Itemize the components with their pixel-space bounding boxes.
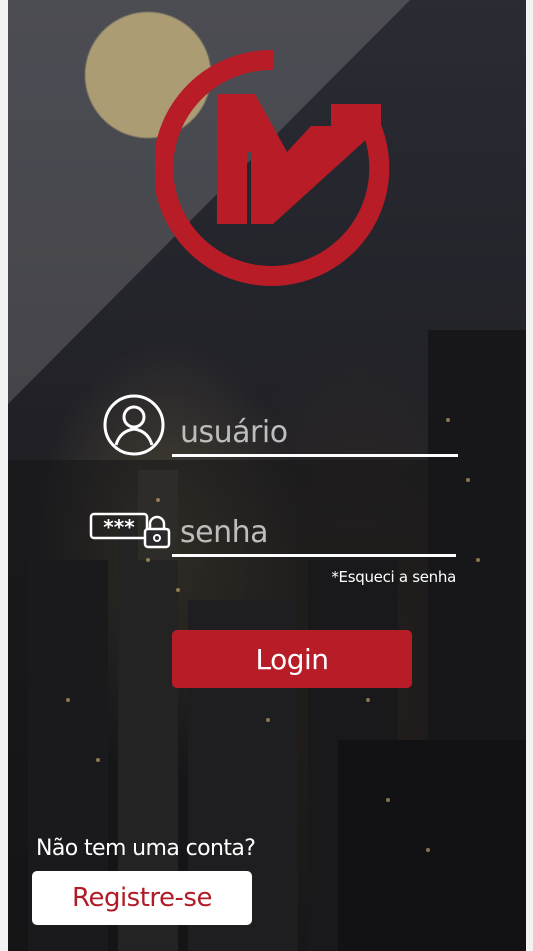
password-input[interactable] (180, 512, 450, 552)
signup-prompt: Não tem uma conta? (36, 836, 256, 861)
register-button[interactable]: Registre-se (32, 871, 252, 925)
username-underline (172, 454, 458, 457)
username-field (100, 390, 460, 460)
username-input[interactable] (180, 412, 450, 452)
forgot-password-link[interactable]: *Esqueci a senha (308, 568, 456, 586)
password-field: *** (88, 500, 460, 560)
user-icon (103, 394, 165, 456)
login-button[interactable]: Login (172, 630, 412, 688)
login-screen: *** *Esqueci a senha Login Não tem uma c… (8, 0, 526, 951)
password-icon-stars: *** (103, 515, 135, 539)
password-lock-icon: *** (89, 512, 171, 549)
brand-logo (155, 49, 390, 286)
password-underline (172, 554, 456, 557)
